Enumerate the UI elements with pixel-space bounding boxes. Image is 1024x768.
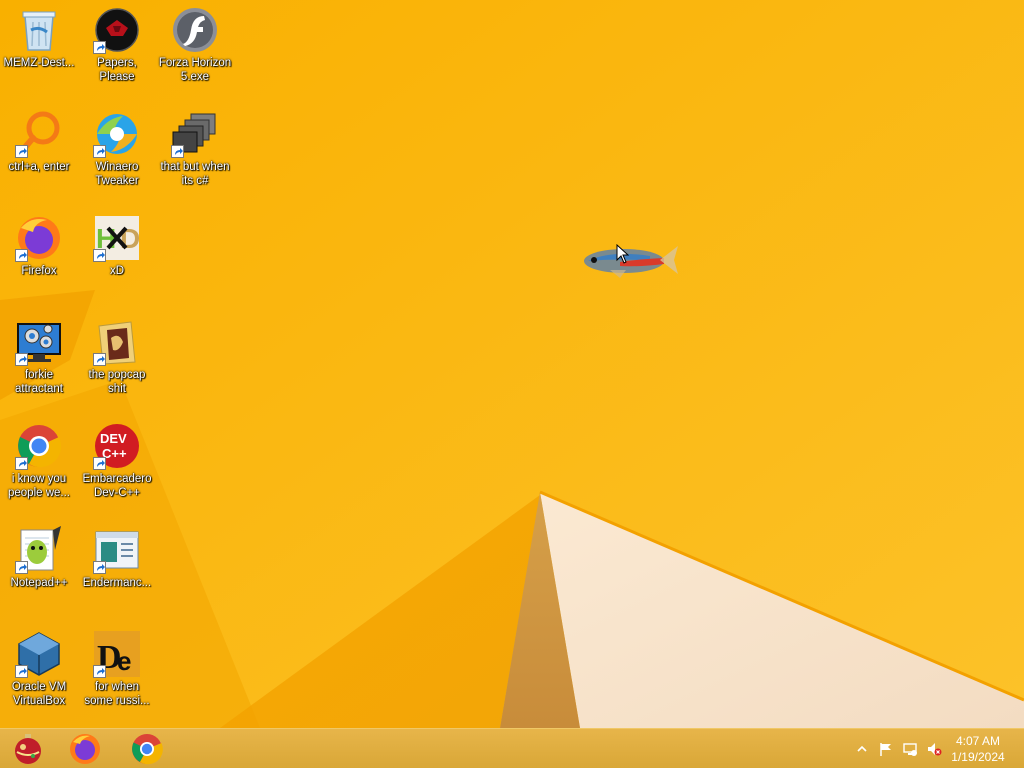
desktop-icon-label: that but when its c# <box>160 161 230 187</box>
desktop-icon-label: for when some russi... <box>84 681 150 707</box>
shortcut-arrow-icon <box>15 145 28 158</box>
svg-text:DEV: DEV <box>100 431 127 446</box>
dev-cpp-icon: DEV C++ <box>93 422 141 470</box>
network-icon[interactable] <box>902 741 918 757</box>
clock-time: 4:07 AM <box>955 734 1001 748</box>
shortcut-arrow-icon <box>15 353 28 366</box>
virtualbox-icon <box>15 630 63 678</box>
mouse-cursor <box>616 244 630 264</box>
taskbar-pinned-firefox[interactable] <box>57 731 113 767</box>
svg-text:e: e <box>117 646 131 676</box>
desktop-icon[interactable]: Endermanc... <box>78 526 156 590</box>
taskbar-pinned-chrome[interactable] <box>119 731 175 767</box>
desktop[interactable]: MEMZ-Dest... Papers, Please Forza Horizon … <box>0 0 1024 728</box>
desktop-icon-label: Firefox <box>21 265 57 277</box>
desktop-icon[interactable]: H D xD <box>78 214 156 278</box>
clock-date: 1/19/2024 <box>951 750 1005 764</box>
shortcut-arrow-icon <box>93 353 106 366</box>
shortcut-arrow-icon <box>93 249 106 262</box>
winaero-tweaker-icon <box>93 110 141 158</box>
desktop-icon[interactable]: Forza Horizon 5.exe <box>156 6 234 84</box>
taskbar-pinned-ornament[interactable] <box>0 731 56 767</box>
svg-text:D: D <box>120 223 140 254</box>
desktop-icon[interactable]: that but when its c# <box>156 110 234 188</box>
desktop-icon[interactable]: forkie attractant <box>0 318 78 396</box>
taskbar: 4:07 AM 1/19/2024 <box>0 728 1024 768</box>
shortcut-arrow-icon <box>15 561 28 574</box>
desktop-icon-label: Notepad++ <box>10 577 68 589</box>
notepad-plus-plus-icon <box>15 526 63 574</box>
shortcut-arrow-icon <box>93 145 106 158</box>
desktop-icon-label: forkie attractant <box>15 369 63 395</box>
shortcut-arrow-icon <box>171 145 184 158</box>
desktop-icon[interactable]: DEV C++ Embarcadero Dev-C++ <box>78 422 156 500</box>
chrome-icon <box>132 734 163 765</box>
desktop-icon-label: ctrl+a, enter <box>8 161 70 173</box>
shortcut-arrow-icon <box>93 41 106 54</box>
desktop-icon-label: Oracle VM VirtualBox <box>11 681 67 707</box>
desktop-icon-label: Endermanc... <box>82 577 152 589</box>
de-icon: De <box>93 630 141 678</box>
taskbar-clock[interactable]: 4:07 AM 1/19/2024 <box>948 733 1008 765</box>
desktop-icon[interactable]: i know you people we... <box>0 422 78 500</box>
folder-icon <box>93 318 141 366</box>
desktop-icon-label: the popcap shit <box>88 369 146 395</box>
desktop-icon[interactable]: Notepad++ <box>0 526 78 590</box>
desktop-icon-label: Forza Horizon 5.exe <box>158 57 232 83</box>
shortcut-arrow-icon <box>93 561 106 574</box>
shortcut-arrow-icon <box>93 665 106 678</box>
window-app-icon <box>93 526 141 574</box>
firefox-icon <box>15 214 63 262</box>
desktop-icon-label: Papers, Please <box>97 57 137 83</box>
magnifier-icon <box>15 110 63 158</box>
desktop-icon-label: Winaero Tweaker <box>95 161 139 187</box>
desktop-icon[interactable]: the popcap shit <box>78 318 156 396</box>
shortcut-arrow-icon <box>15 249 28 262</box>
desktop-icon-label: i know you people we... <box>7 473 70 499</box>
stacked-windows-icon <box>171 110 219 158</box>
hxd-icon: HD <box>93 214 141 262</box>
desktop-icon[interactable]: De for when some russi... <box>78 630 156 708</box>
desktop-fish-sprite <box>584 246 678 278</box>
ornament-icon <box>15 734 41 764</box>
desktop-icon[interactable]: ctrl+a, enter <box>0 110 78 174</box>
desktop-icon[interactable]: Oracle VM VirtualBox <box>0 630 78 708</box>
desktop-icon[interactable]: Winaero Tweaker <box>78 110 156 188</box>
flash-player-icon <box>171 6 219 54</box>
recycle-bin-icon <box>15 6 63 54</box>
chrome-icon <box>15 422 63 470</box>
desktop-icon-label: xD <box>109 265 125 277</box>
desktop-icon-label: Embarcadero Dev-C++ <box>82 473 152 499</box>
desktop-icon[interactable]: Papers, Please <box>78 6 156 84</box>
shortcut-arrow-icon <box>15 457 28 470</box>
papers-please-icon <box>93 6 141 54</box>
shortcut-arrow-icon <box>93 457 106 470</box>
action-center-flag-icon[interactable] <box>878 741 894 757</box>
system-tray: 4:07 AM 1/19/2024 <box>834 729 1024 768</box>
shortcut-arrow-icon <box>15 665 28 678</box>
volume-muted-icon[interactable] <box>926 741 942 757</box>
desktop-icon[interactable]: MEMZ-Dest... <box>0 6 78 70</box>
monitor-gears-icon <box>15 318 63 366</box>
firefox-icon <box>70 734 100 764</box>
desktop-icon-label: MEMZ-Dest... <box>3 57 75 69</box>
desktop-icon[interactable]: Firefox <box>0 214 78 278</box>
show-hidden-icons-chevron[interactable] <box>854 741 870 757</box>
